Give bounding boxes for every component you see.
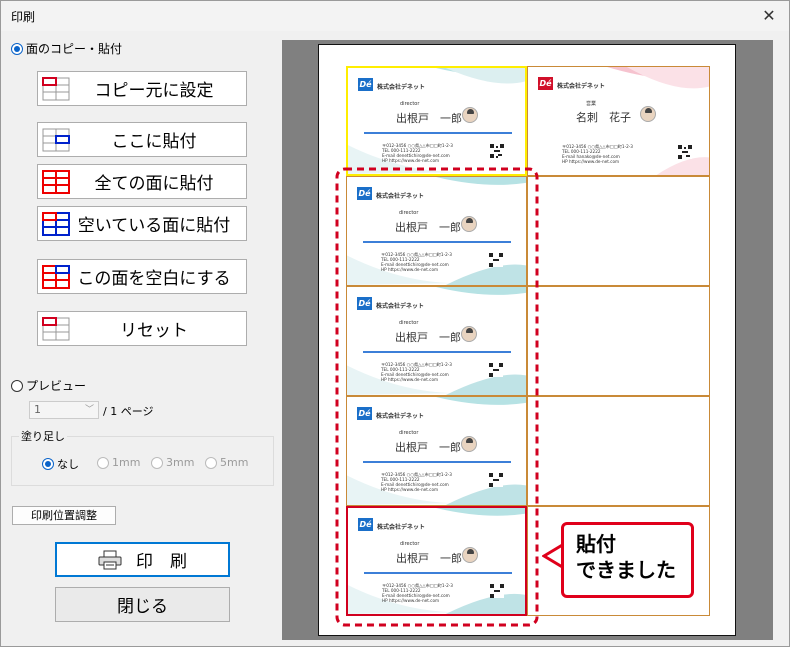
paste-empty-button[interactable]: 空いている面に貼付 [37, 206, 247, 241]
bleed-1mm-label: 1mm [112, 456, 141, 469]
preview-mode-label: プレビュー [26, 379, 87, 393]
empty-cell-2-right[interactable] [527, 176, 710, 286]
grid-paste-all-icon [42, 170, 70, 194]
grid-paste-empty-icon [42, 212, 70, 236]
bleed-5mm-radio[interactable]: 5mm [205, 456, 248, 469]
bleed-1mm-radio[interactable]: 1mm [97, 456, 140, 469]
paste-all-button[interactable]: 全ての面に貼付 [37, 164, 247, 199]
window-title: 印刷 [11, 10, 36, 24]
copy-paste-mode-label: 面のコピー・貼付 [26, 42, 123, 56]
business-card: Dé 株式会社デネット director 出根戸 一郎 〒012-3456 ○○… [348, 68, 525, 174]
radio-indicator [11, 42, 23, 55]
radio-indicator [205, 456, 217, 469]
callout-line-2: できました [576, 558, 676, 582]
grid-clear-icon [42, 265, 70, 289]
company-name: 株式会社デネット [377, 84, 426, 91]
card-role: 営業 [586, 101, 597, 107]
bleed-group-label: 塗り足し [19, 428, 67, 444]
close-button[interactable]: 閉じる [55, 587, 230, 622]
qr-code-icon [678, 145, 692, 159]
grid-source-icon [42, 77, 70, 101]
card-address: 〒012-3456 ○○県△△市□□町1-2-3 TEL 000-111-222… [382, 143, 453, 163]
radio-indicator [97, 456, 109, 469]
close-label: 閉じる [117, 597, 168, 617]
radio-indicator [11, 379, 23, 392]
radio-indicator [42, 458, 54, 470]
page-select[interactable]: 1 ﹀ [29, 401, 99, 419]
page-select-value: 1 [34, 403, 41, 416]
clear-face-button[interactable]: この面を空白にする [37, 259, 247, 294]
card-address: 〒012-3456 ○○県△△市□□町1-2-3 TEL 000-111-222… [562, 144, 633, 164]
card-role: director [400, 101, 420, 107]
print-dialog: 印刷 ✕ 面のコピー・貼付 コピー元に設定 ここに貼付 全ての面に貼付 空いてい… [0, 0, 790, 647]
radio-indicator [151, 456, 163, 469]
set-source-button[interactable]: コピー元に設定 [37, 71, 247, 106]
reset-button[interactable]: リセット [37, 311, 247, 346]
callout-line-1: 貼付 [576, 532, 616, 556]
page-count-label: / 1 ページ [103, 405, 154, 418]
company-logo-icon: Dé [358, 78, 373, 91]
preview-mode-radio[interactable]: プレビュー [11, 377, 86, 394]
card-name: 名刺 花子 [576, 111, 631, 124]
bleed-3mm-label: 3mm [166, 456, 195, 469]
card-cell-1-right[interactable]: Dé 株式会社デネット 営業 名刺 花子 〒012-3456 ○○県△△市□□町… [527, 66, 710, 176]
bleed-5mm-label: 5mm [220, 456, 249, 469]
title-bar: 印刷 ✕ [1, 1, 789, 31]
url-line: HP https://www.de-net.com [562, 159, 620, 164]
pasted-callout: 貼付 できました [561, 522, 694, 598]
card-name: 出根戸 一郎 [396, 112, 462, 125]
print-label: 印 刷 [136, 552, 187, 572]
portrait-icon [640, 106, 656, 122]
print-position-adjust-button[interactable]: 印刷位置調整 [12, 506, 116, 525]
grid-paste-here-icon [42, 128, 70, 152]
bleed-none-radio[interactable]: なし [42, 456, 79, 472]
company-name: 株式会社デネット [557, 83, 606, 90]
empty-cell-4-right[interactable] [527, 396, 710, 506]
empty-cell-3-right[interactable] [527, 286, 710, 396]
url-line: HP https://www.de-net.com [382, 158, 440, 163]
card-divider [364, 132, 512, 134]
close-icon[interactable]: ✕ [757, 4, 781, 28]
print-button[interactable]: 印 刷 [55, 542, 230, 577]
company-logo-icon: Dé [538, 77, 553, 90]
paste-here-button[interactable]: ここに貼付 [37, 122, 247, 157]
grid-reset-icon [42, 317, 70, 341]
card-cell-1-left[interactable]: Dé 株式会社デネット director 出根戸 一郎 〒012-3456 ○○… [346, 66, 527, 176]
portrait-icon [462, 107, 478, 123]
business-card: Dé 株式会社デネット 営業 名刺 花子 〒012-3456 ○○県△△市□□町… [528, 67, 709, 175]
printer-icon [98, 550, 122, 569]
bleed-3mm-radio[interactable]: 3mm [151, 456, 194, 469]
qr-code-icon [490, 144, 504, 158]
dashed-highlight-frame [335, 167, 539, 627]
copy-paste-mode-radio[interactable]: 面のコピー・貼付 [11, 40, 122, 57]
chevron-down-icon: ﹀ [84, 405, 94, 415]
bleed-none-label: なし [57, 458, 79, 471]
